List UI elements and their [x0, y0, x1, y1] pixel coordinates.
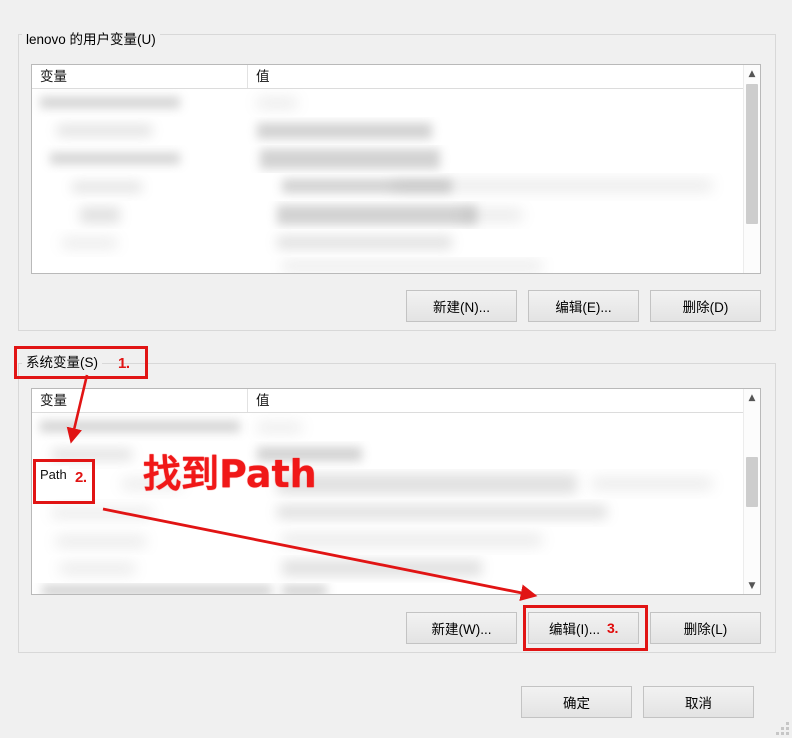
- table-row[interactable]: [32, 583, 745, 594]
- system-column-name[interactable]: 变量: [32, 389, 248, 412]
- system-edit-button[interactable]: 编辑(I)... 3.: [528, 612, 639, 644]
- table-row[interactable]: [32, 201, 745, 229]
- table-row[interactable]: [32, 413, 745, 441]
- table-row[interactable]: [32, 257, 745, 273]
- table-row[interactable]: [32, 229, 745, 257]
- resize-grip[interactable]: [773, 719, 789, 735]
- table-row-path[interactable]: [32, 469, 745, 499]
- system-new-button[interactable]: 新建(W)...: [406, 612, 517, 644]
- user-column-value[interactable]: 值: [248, 65, 760, 88]
- step3-marker: 3.: [606, 620, 619, 636]
- table-row[interactable]: [32, 117, 745, 145]
- table-row[interactable]: [32, 527, 745, 555]
- user-delete-button-label: 删除(D): [682, 300, 729, 315]
- ok-button-label: 确定: [563, 696, 590, 711]
- system-scroll-thumb[interactable]: [746, 457, 758, 507]
- system-list-body[interactable]: [32, 413, 760, 594]
- user-new-button-label: 新建(N)...: [433, 300, 490, 315]
- user-variables-list[interactable]: 变量 值 ▲: [31, 64, 761, 274]
- system-list-scrollbar[interactable]: ▲ ▼: [743, 389, 760, 594]
- chevron-up-icon[interactable]: ▲: [744, 389, 760, 406]
- environment-variables-dialog: lenovo 的用户变量(U) 变量 值 ▲ 新建(N)... 编辑(E)...…: [0, 0, 792, 738]
- user-delete-button[interactable]: 删除(D): [650, 290, 761, 322]
- system-list-header: 变量 值: [32, 389, 760, 413]
- user-new-button[interactable]: 新建(N)...: [406, 290, 517, 322]
- user-edit-button[interactable]: 编辑(E)...: [528, 290, 639, 322]
- step1-marker: 1.: [118, 355, 130, 372]
- user-variables-group-label: lenovo 的用户变量(U): [22, 32, 160, 48]
- user-column-name[interactable]: 变量: [32, 65, 248, 88]
- table-row[interactable]: [32, 441, 745, 469]
- path-variable-label[interactable]: Path: [38, 466, 69, 484]
- table-row[interactable]: [32, 145, 745, 173]
- system-edit-button-label: 编辑(I)...: [548, 622, 600, 637]
- user-list-scrollbar[interactable]: ▲: [743, 65, 760, 273]
- system-delete-button[interactable]: 删除(L): [650, 612, 761, 644]
- system-variables-group-label: 系统变量(S): [22, 355, 102, 371]
- table-row[interactable]: [32, 499, 745, 527]
- cancel-button-label: 取消: [685, 696, 712, 711]
- system-variables-list[interactable]: 变量 值 ▲ ▼: [31, 388, 761, 595]
- step2-marker: 2.: [75, 469, 87, 486]
- ok-button[interactable]: 确定: [521, 686, 632, 718]
- system-delete-button-label: 删除(L): [683, 622, 728, 637]
- annotation-callout-text: 找到Path: [143, 452, 317, 496]
- table-row[interactable]: [32, 173, 745, 201]
- user-list-header: 变量 值: [32, 65, 760, 89]
- user-scroll-thumb[interactable]: [746, 84, 758, 224]
- chevron-down-icon[interactable]: ▼: [744, 577, 760, 594]
- cancel-button[interactable]: 取消: [643, 686, 754, 718]
- system-column-value[interactable]: 值: [248, 389, 760, 412]
- table-row[interactable]: [32, 89, 745, 117]
- chevron-up-icon[interactable]: ▲: [744, 65, 760, 82]
- user-edit-button-label: 编辑(E)...: [555, 300, 612, 315]
- system-new-button-label: 新建(W)...: [431, 622, 492, 637]
- user-list-body[interactable]: [32, 89, 760, 273]
- table-row[interactable]: [32, 555, 745, 583]
